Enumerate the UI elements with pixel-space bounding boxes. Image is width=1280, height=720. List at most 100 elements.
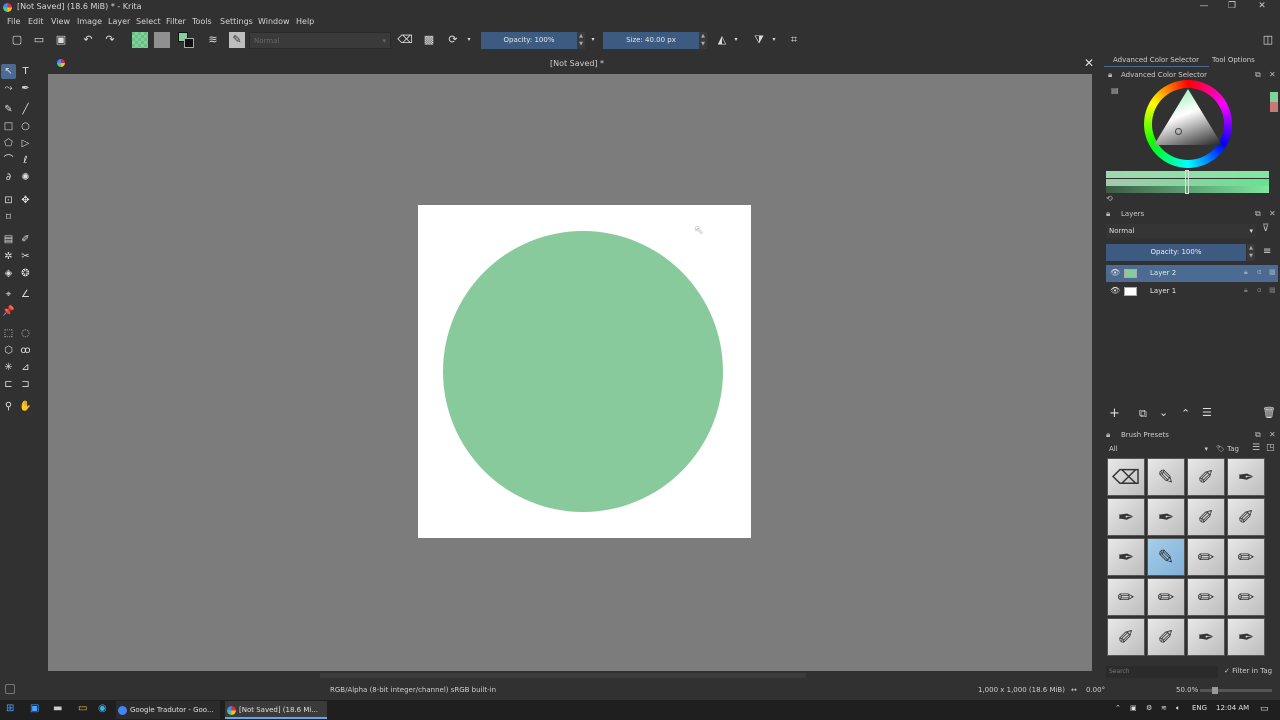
- brush-preset-selected[interactable]: ✎: [1147, 538, 1185, 576]
- opacity-slider[interactable]: Opacity: 100%: [481, 32, 577, 49]
- chevron-down-icon[interactable]: ▾: [770, 32, 778, 48]
- brush-preset-eraser[interactable]: ⌫: [1107, 458, 1145, 496]
- open-folder-icon[interactable]: ▭: [31, 32, 47, 48]
- layer-properties-icon[interactable]: ☰: [1202, 406, 1212, 419]
- elliptical-selection-tool-icon[interactable]: ◌: [18, 326, 33, 341]
- brush-filter-dropdown[interactable]: All ▾: [1106, 443, 1210, 455]
- measure-tool-icon[interactable]: ∠: [18, 287, 33, 302]
- ellipse-tool-icon[interactable]: ○: [18, 119, 33, 134]
- brush-preset-charcoal[interactable]: ✐: [1107, 618, 1145, 656]
- menu-image[interactable]: Image: [77, 17, 102, 26]
- zoom-tool-icon[interactable]: ⚲: [1, 399, 16, 414]
- opacity-spinner[interactable]: ▲ ▼: [1247, 244, 1255, 261]
- pattern-swatch[interactable]: [154, 32, 170, 48]
- input-language[interactable]: ENG: [1192, 704, 1207, 712]
- file-explorer-icon[interactable]: ▬: [53, 703, 62, 714]
- float-panel-icon[interactable]: ⧉: [1255, 70, 1261, 80]
- task-view-icon[interactable]: ▣: [30, 703, 39, 714]
- edit-shapes-tool-icon[interactable]: ⤳: [1, 81, 16, 96]
- size-slider[interactable]: Size: 40.00 px: [603, 32, 699, 49]
- app-tray-icon[interactable]: ▣: [1130, 704, 1137, 712]
- chevron-down-icon[interactable]: ▾: [589, 32, 597, 48]
- alpha-inherit-icon[interactable]: α: [1257, 286, 1262, 294]
- menu-select[interactable]: Select: [136, 17, 161, 26]
- menu-filter[interactable]: Filter: [166, 17, 186, 26]
- folder-icon[interactable]: ▭: [78, 703, 87, 714]
- brush-preset-ink-1[interactable]: ✒: [1107, 498, 1145, 536]
- alpha-lock-icon[interactable]: ▩: [421, 32, 437, 48]
- brush-preset-pencil-4[interactable]: ✏: [1147, 578, 1185, 616]
- windows-start-icon[interactable]: ⊞: [6, 703, 14, 714]
- layer-row-layer-1[interactable]: 👁︎ Layer 1 🔒︎ α ▩: [1106, 283, 1278, 300]
- new-document-icon[interactable]: ▢: [9, 32, 25, 48]
- list-view-icon[interactable]: ☰: [1252, 443, 1260, 453]
- transform-tool-icon[interactable]: ⊡: [1, 193, 16, 208]
- pan-tool-icon[interactable]: ✋: [18, 399, 33, 414]
- document-tab[interactable]: [Not Saved] * ✕: [48, 56, 1098, 72]
- polyline-tool-icon[interactable]: ▷: [18, 136, 33, 151]
- menu-file[interactable]: File: [7, 17, 20, 26]
- move-layer-up-icon[interactable]: ⌃: [1181, 407, 1190, 420]
- alpha-inherit-icon[interactable]: α: [1257, 268, 1262, 276]
- rotation-icon[interactable]: ↔: [1071, 686, 1077, 694]
- view-mode-icon[interactable]: ◳: [1266, 443, 1275, 453]
- redo-icon[interactable]: ↷: [102, 32, 118, 48]
- blend-mode-dropdown[interactable]: Normal ▾: [249, 32, 391, 49]
- eraser-icon[interactable]: ⌫: [397, 32, 413, 48]
- line-tool-icon[interactable]: ╱: [18, 102, 33, 117]
- edge-browser-icon[interactable]: ◉: [98, 703, 107, 714]
- polygonal-selection-tool-icon[interactable]: ⬡: [1, 343, 16, 358]
- show-hidden-icons-icon[interactable]: ⌃: [1115, 704, 1121, 712]
- bezier-selection-tool-icon[interactable]: ⊏: [1, 377, 16, 392]
- brush-preset-chalk[interactable]: ✐: [1147, 618, 1185, 656]
- maximize-button[interactable]: ❐: [1220, 1, 1244, 14]
- size-spinner[interactable]: ▲ ▼: [699, 32, 707, 49]
- brush-preset-ink-4[interactable]: ✐: [1227, 498, 1265, 536]
- brush-preset-pencil-2[interactable]: ✏: [1227, 538, 1265, 576]
- visibility-eye-icon[interactable]: 👁︎: [1110, 286, 1120, 295]
- close-window-button[interactable]: ✕: [1250, 1, 1274, 14]
- brush-preset-paint-1[interactable]: ✒: [1187, 618, 1225, 656]
- similar-color-selection-tool-icon[interactable]: ⊿: [18, 360, 33, 375]
- bezier-curve-tool-icon[interactable]: ⌒: [1, 153, 16, 168]
- zoom-slider[interactable]: [1200, 687, 1272, 694]
- polygon-tool-icon[interactable]: ⬠: [1, 136, 16, 151]
- filter-icon[interactable]: ⊽: [1262, 223, 1269, 234]
- brush-preset-marker[interactable]: ✒: [1107, 538, 1145, 576]
- select-shapes-tool-icon[interactable]: ↖: [1, 64, 16, 79]
- tab-tool-options[interactable]: Tool Options: [1212, 56, 1255, 64]
- mirror-vertical-icon[interactable]: ⧩: [751, 32, 767, 48]
- close-document-button[interactable]: ✕: [1084, 56, 1094, 70]
- freehand-brush-tool-icon[interactable]: ✎: [1, 102, 16, 117]
- multibrush-tool-icon[interactable]: ✺: [18, 170, 33, 185]
- zoom-value[interactable]: 50.0%: [1176, 686, 1198, 694]
- taskbar-item-krita[interactable]: [Not Saved] (18.6 Mi...: [225, 701, 327, 719]
- brush-preset-airbrush[interactable]: ✒: [1227, 458, 1265, 496]
- calligraphy-tool-icon[interactable]: ✒: [18, 81, 33, 96]
- duplicate-layer-icon[interactable]: ⧉: [1139, 407, 1147, 421]
- dynamic-brush-tool-icon[interactable]: ∂: [1, 170, 16, 185]
- layer-row-layer-2[interactable]: 👁︎ Layer 2 🔒︎ α ▩: [1106, 265, 1278, 282]
- opacity-spinner[interactable]: ▲ ▼: [577, 32, 585, 49]
- close-panel-icon[interactable]: ✕: [1269, 70, 1276, 79]
- assistant-tool-icon[interactable]: ⌖: [1, 287, 16, 302]
- taskbar-item-google-translate[interactable]: Google Tradutor - Goo...: [116, 701, 220, 719]
- layer-opacity-slider[interactable]: Opacity: 100%: [1106, 244, 1246, 261]
- tab-advanced-color-selector[interactable]: Advanced Color Selector: [1113, 56, 1199, 64]
- freehand-path-tool-icon[interactable]: ℓ: [18, 153, 33, 168]
- add-layer-icon[interactable]: +: [1109, 406, 1120, 421]
- brush-preset-blender[interactable]: ✐: [1187, 458, 1225, 496]
- alpha-lock-icon[interactable]: ▩: [1269, 268, 1276, 276]
- brush-preset-paint-2[interactable]: ✒: [1227, 618, 1265, 656]
- alpha-lock-icon[interactable]: ▩: [1269, 286, 1276, 294]
- menu-settings[interactable]: Settings: [220, 17, 253, 26]
- brush-search-input[interactable]: Search: [1106, 666, 1218, 678]
- color-picker-marker[interactable]: [1175, 128, 1182, 135]
- menu-tools[interactable]: Tools: [192, 17, 212, 26]
- text-tool-icon[interactable]: T: [18, 64, 33, 79]
- brush-settings-icon[interactable]: ≋: [205, 32, 221, 48]
- undo-icon[interactable]: ↶: [80, 32, 96, 48]
- wifi-icon[interactable]: ≋: [1161, 704, 1167, 712]
- move-layer-down-icon[interactable]: ⌄: [1159, 406, 1168, 419]
- reference-images-tool-icon[interactable]: 📌: [1, 304, 16, 319]
